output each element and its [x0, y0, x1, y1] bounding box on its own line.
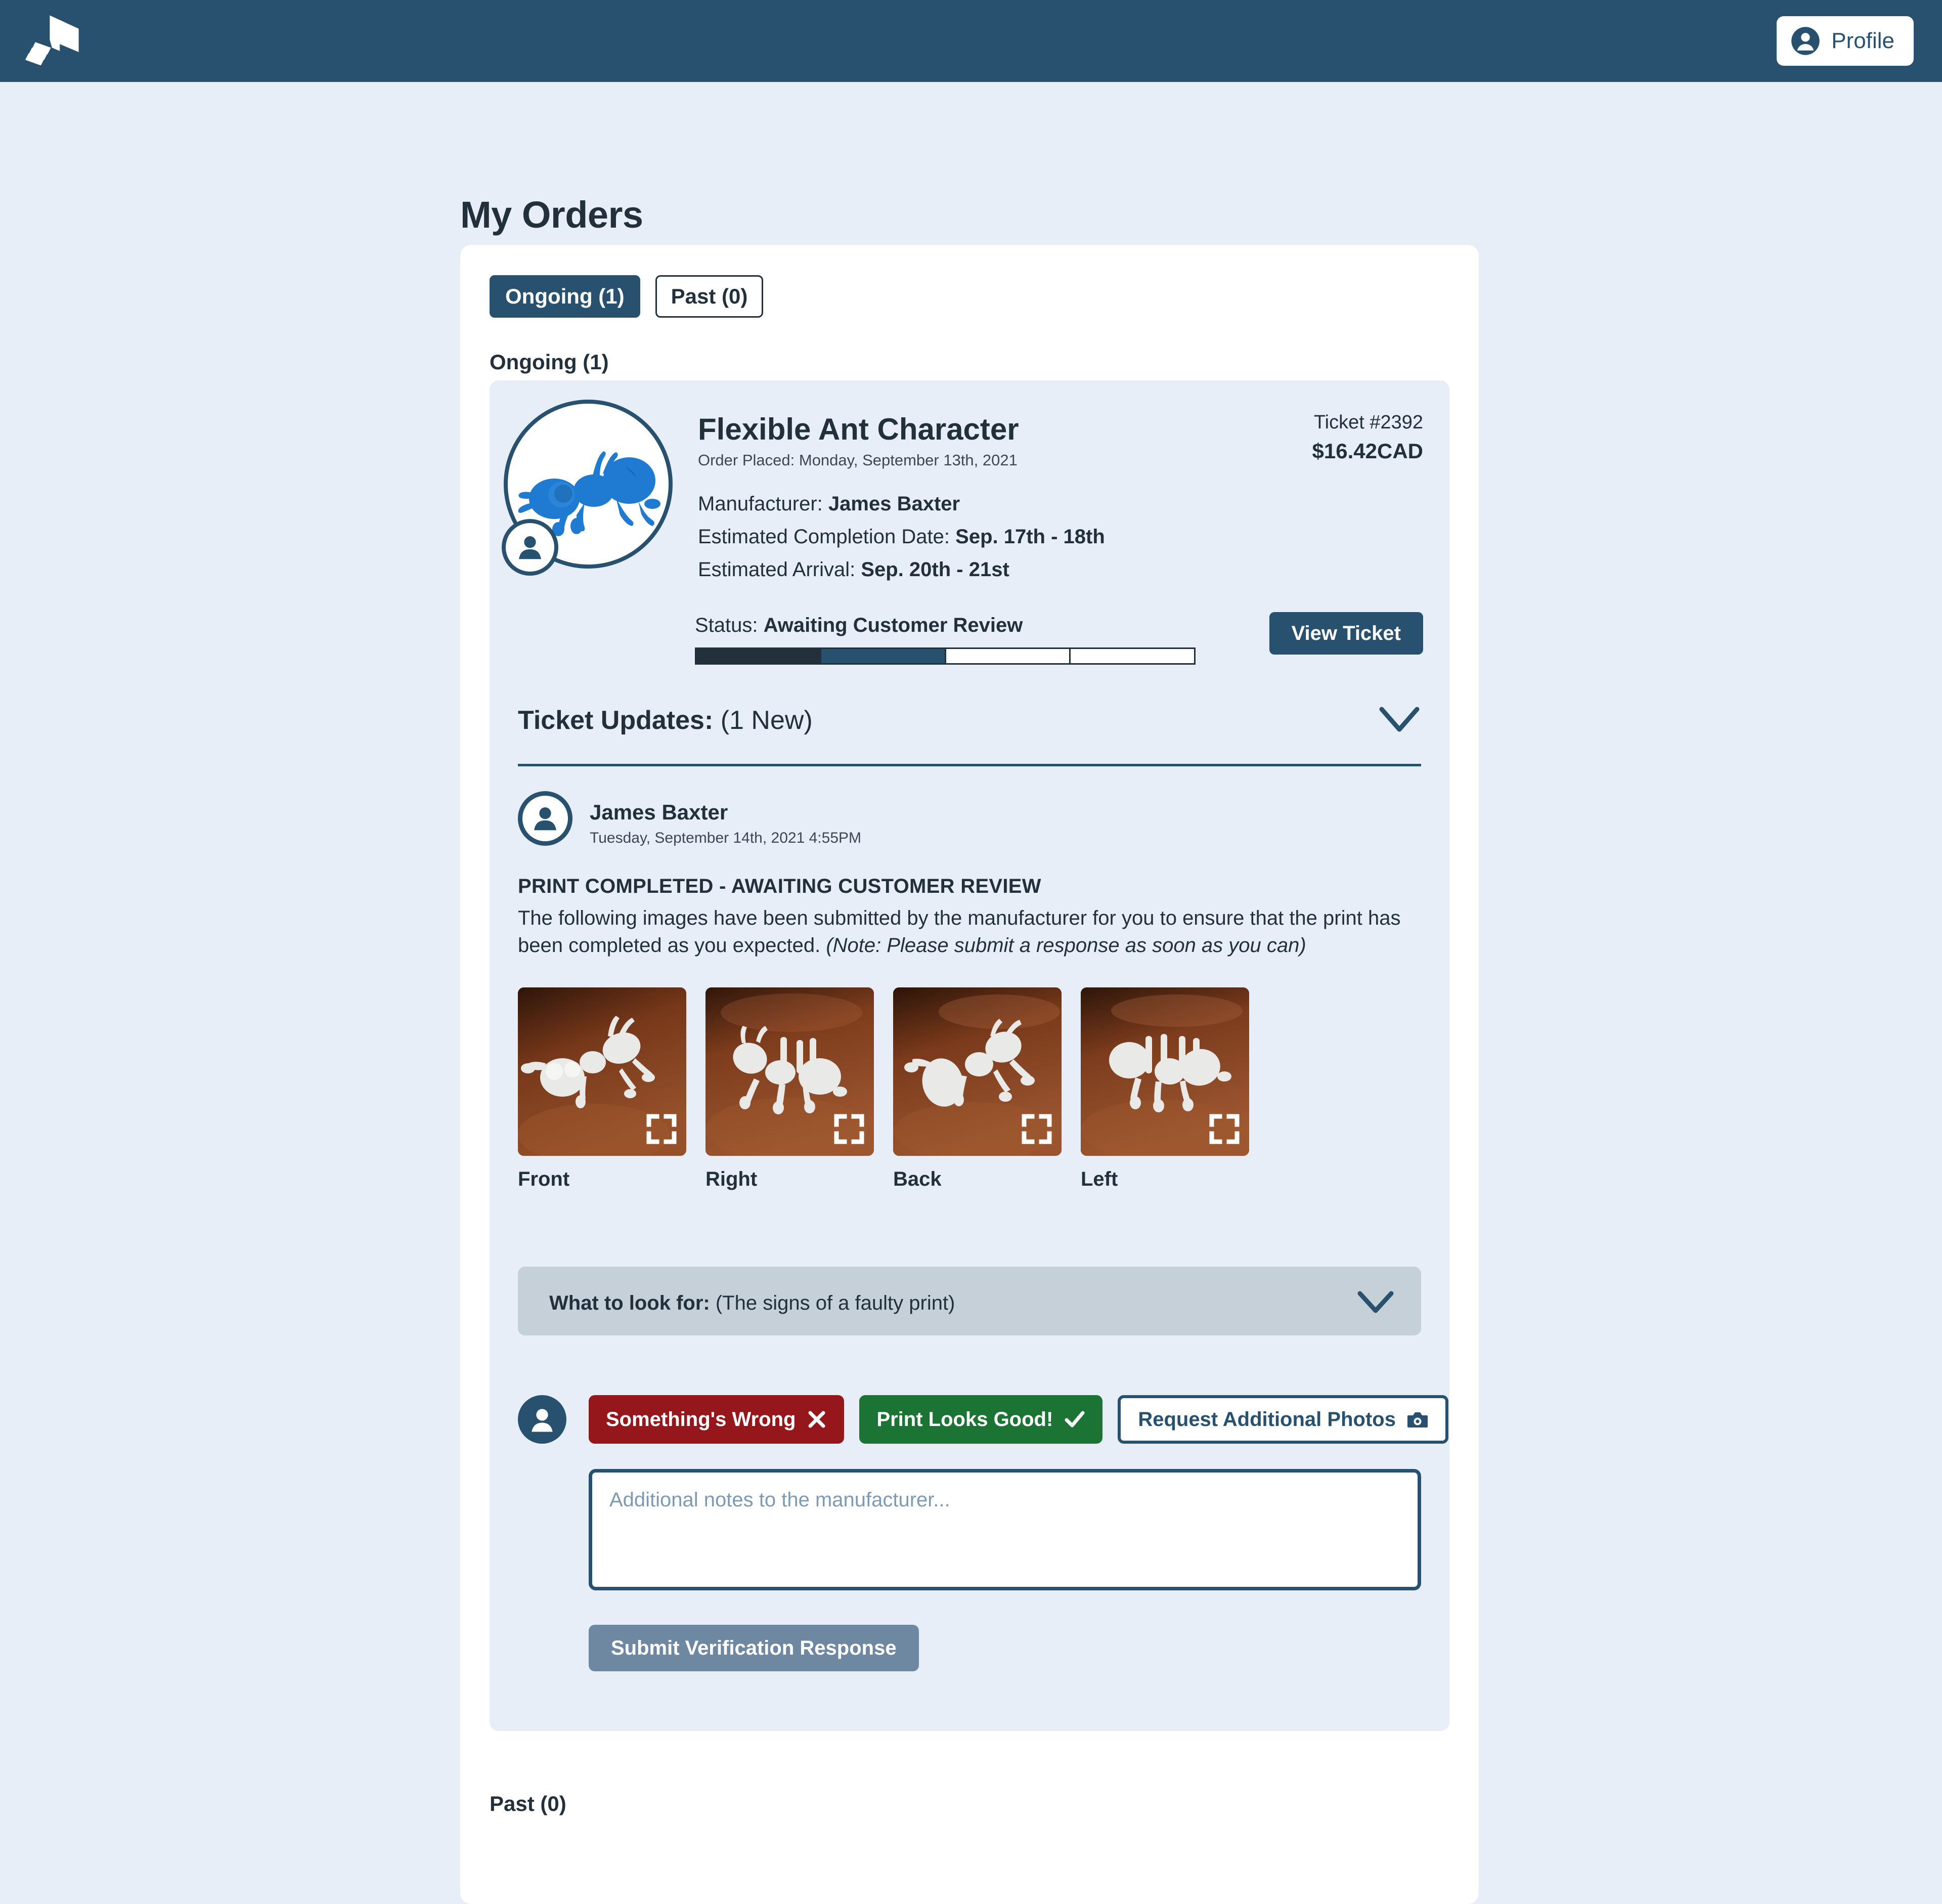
order-status: Status: Awaiting Customer Review — [695, 614, 1023, 637]
manufacturer-value: James Baxter — [828, 493, 960, 515]
order-progress-bar — [695, 647, 1196, 665]
person-icon — [534, 807, 556, 831]
past-section-heading: Past (0) — [490, 1792, 566, 1815]
photo-label-front: Front — [518, 1168, 570, 1190]
what-to-look-for-chevron[interactable] — [1356, 1288, 1395, 1316]
order-manufacturer: Manufacturer: James Baxter — [698, 493, 960, 515]
request-additional-photos-button[interactable]: Request Additional Photos — [1118, 1395, 1448, 1444]
expand-icon — [1209, 1114, 1240, 1144]
somethings-wrong-button[interactable]: Something's Wrong — [589, 1395, 845, 1444]
ticket-updates-header: Ticket Updates: (1 New) — [518, 705, 813, 735]
ticket-updates-label: Ticket Updates: — [518, 706, 714, 735]
order-tabs: Ongoing (1) Past (0) — [490, 275, 764, 318]
update-author-name: James Baxter — [590, 800, 728, 824]
what-to-look-for-text: What to look for: (The signs of a faulty… — [549, 1292, 955, 1315]
print-looks-good-label: Print Looks Good! — [876, 1408, 1053, 1431]
completion-value: Sep. 17th - 18th — [955, 526, 1105, 548]
photo-thumbnail-right[interactable] — [705, 987, 874, 1156]
expand-icon — [646, 1114, 677, 1144]
photo-thumbnail-front[interactable] — [518, 987, 686, 1156]
ticket-updates-collapse-button[interactable] — [1378, 703, 1421, 735]
order-placed-date: Order Placed: Monday, September 13th, 20… — [698, 451, 1018, 469]
person-icon — [519, 536, 541, 559]
profile-label: Profile — [1831, 28, 1894, 53]
arrival-label: Estimated Arrival: — [698, 558, 856, 581]
what-to-look-for-hint: (The signs of a faulty print) — [715, 1292, 955, 1314]
progress-segment-2 — [821, 649, 946, 663]
status-label: Status: — [695, 614, 758, 636]
update-body: The following images have been submitted… — [518, 904, 1408, 959]
app-logo[interactable] — [25, 13, 81, 69]
progress-segment-4 — [1071, 649, 1194, 663]
submit-verification-response-button[interactable]: Submit Verification Response — [589, 1625, 919, 1671]
progress-segment-1 — [696, 649, 821, 663]
3d-printer-logo-icon — [25, 15, 79, 66]
update-timestamp: Tuesday, September 14th, 2021 4:55PM — [590, 830, 861, 846]
updates-divider — [518, 764, 1421, 766]
expand-photo-button-left[interactable] — [1209, 1113, 1240, 1145]
photo-thumbnail-back[interactable] — [893, 987, 1062, 1156]
ongoing-section-heading: Ongoing (1) — [490, 350, 609, 374]
update-photo-grid: Front Right Back Left — [518, 987, 1249, 1191]
chevron-down-icon — [1379, 707, 1420, 732]
camera-icon — [1407, 1412, 1428, 1427]
photo-cell-left: Left — [1081, 987, 1249, 1191]
tab-past[interactable]: Past (0) — [655, 275, 764, 318]
arrival-value: Sep. 20th - 21st — [861, 558, 1009, 581]
request-additional-photos-label: Request Additional Photos — [1138, 1408, 1396, 1431]
verification-response-buttons: Something's Wrong Print Looks Good! Requ… — [589, 1395, 1448, 1444]
photo-cell-front: Front — [518, 987, 686, 1191]
expand-photo-button-back[interactable] — [1021, 1113, 1052, 1145]
expand-icon — [1022, 1114, 1052, 1144]
update-body-note: (Note: Please submit a response as soon … — [826, 934, 1306, 957]
completion-label: Estimated Completion Date: — [698, 526, 950, 548]
photo-cell-right: Right — [705, 987, 874, 1191]
order-model-thumbnail[interactable] — [502, 400, 676, 576]
view-ticket-button[interactable]: View Ticket — [1269, 612, 1423, 655]
x-mark-icon — [808, 1411, 825, 1428]
expand-photo-button-front[interactable] — [646, 1113, 677, 1145]
tab-ongoing[interactable]: Ongoing (1) — [490, 275, 640, 318]
expand-photo-button-right[interactable] — [833, 1113, 865, 1145]
ticket-number: Ticket #2392 — [1313, 412, 1423, 433]
somethings-wrong-label: Something's Wrong — [606, 1408, 796, 1431]
order-price: $16.42CAD — [1312, 439, 1423, 463]
page-title: My Orders — [460, 194, 643, 236]
manufacturer-label: Manufacturer: — [698, 493, 823, 515]
photo-label-right: Right — [705, 1168, 758, 1190]
ticket-updates-count: (1 New) — [720, 706, 813, 735]
person-filled-icon — [532, 1409, 553, 1432]
model-owner-badge — [502, 519, 558, 576]
top-navigation-bar: Profile — [0, 0, 1942, 82]
additional-notes-input[interactable] — [589, 1469, 1421, 1590]
photo-label-back: Back — [893, 1168, 942, 1190]
customer-avatar — [518, 1395, 566, 1444]
status-value: Awaiting Customer Review — [763, 614, 1023, 636]
account-circle-icon — [1791, 27, 1820, 55]
photo-label-left: Left — [1081, 1168, 1118, 1190]
order-panel: Flexible Ant Character Order Placed: Mon… — [490, 380, 1449, 1731]
what-to-look-for-label: What to look for: — [549, 1292, 710, 1314]
photo-thumbnail-left[interactable] — [1081, 987, 1249, 1156]
order-title: Flexible Ant Character — [698, 412, 1019, 446]
chevron-down-icon — [1357, 1291, 1394, 1313]
progress-segment-3 — [946, 649, 1071, 663]
update-kicker: PRINT COMPLETED - AWAITING CUSTOMER REVI… — [518, 875, 1041, 897]
profile-button[interactable]: Profile — [1777, 16, 1914, 66]
expand-icon — [834, 1114, 864, 1144]
order-completion-date: Estimated Completion Date: Sep. 17th - 1… — [698, 526, 1105, 548]
order-arrival-date: Estimated Arrival: Sep. 20th - 21st — [698, 558, 1009, 581]
update-author-avatar — [518, 791, 572, 846]
photo-cell-back: Back — [893, 987, 1062, 1191]
orders-card: Ongoing (1) Past (0) Ongoing (1) Flexibl… — [460, 245, 1479, 1904]
what-to-look-for-accordion[interactable]: What to look for: (The signs of a faulty… — [518, 1267, 1421, 1335]
print-looks-good-button[interactable]: Print Looks Good! — [859, 1395, 1103, 1444]
check-mark-icon — [1065, 1411, 1085, 1427]
